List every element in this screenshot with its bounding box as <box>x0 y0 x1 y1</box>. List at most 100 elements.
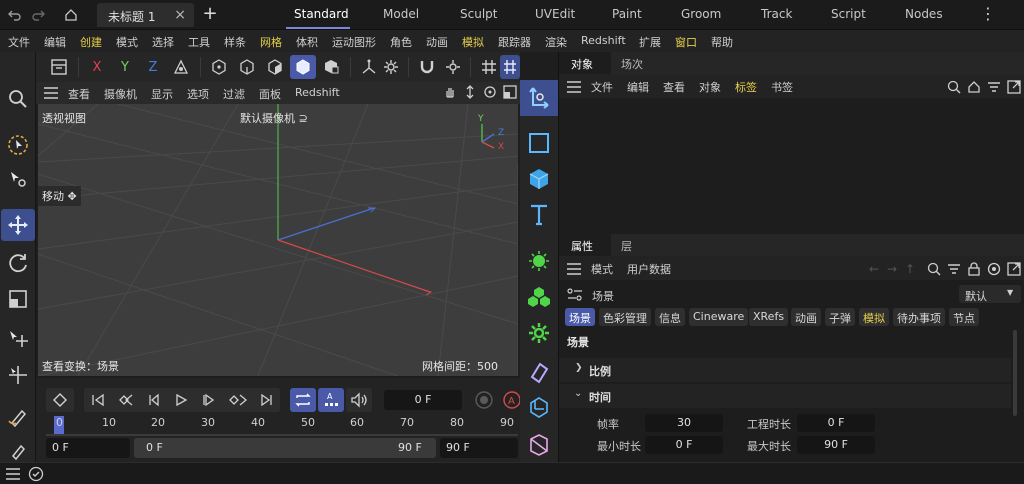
auto-key-button[interactable]: A <box>318 388 344 412</box>
menu-render[interactable]: 渲染 <box>545 34 567 50</box>
undo-icon[interactable] <box>6 6 24 24</box>
go-to-end-button[interactable] <box>252 388 280 412</box>
menu-file[interactable]: 文件 <box>8 34 30 50</box>
menu-help[interactable]: 帮助 <box>711 34 733 50</box>
tab-takes[interactable]: 场次 <box>621 56 643 72</box>
hamburger-menu-icon[interactable] <box>44 87 58 99</box>
home-icon[interactable] <box>62 6 80 24</box>
move-arrows-icon[interactable] <box>5 213 31 237</box>
tab-bullet[interactable]: 子弹 <box>825 308 855 326</box>
previous-frame-button[interactable] <box>140 388 168 412</box>
attribute-scrollbar[interactable] <box>1013 330 1017 416</box>
preview-range-slider[interactable]: 0 F 90 F <box>134 438 436 458</box>
snap-magnet-icon[interactable] <box>414 55 440 79</box>
tab-animation[interactable]: 动画 <box>791 308 821 326</box>
more-icon[interactable]: ⋮ <box>979 4 997 23</box>
pan-hand-icon[interactable] <box>443 85 457 99</box>
menu-mograph[interactable]: 运动图形 <box>332 34 376 50</box>
fps-field[interactable]: 30 <box>645 414 723 432</box>
viewport-menu-panel[interactable]: 面板 <box>259 86 281 102</box>
sound-button[interactable] <box>346 388 372 412</box>
document-tab[interactable]: 未标题 1 × <box>97 3 194 27</box>
settings-gear-icon[interactable] <box>378 55 404 79</box>
menu-character[interactable]: 角色 <box>390 34 412 50</box>
search-icon[interactable] <box>927 262 941 276</box>
rotate-tool-icon[interactable] <box>3 248 33 278</box>
record-icon[interactable] <box>474 390 494 410</box>
menu-create[interactable]: 创建 <box>80 34 102 50</box>
move-axis-icon[interactable] <box>3 324 33 354</box>
null-axis-icon[interactable] <box>524 392 554 422</box>
loop-button[interactable] <box>290 388 316 412</box>
deformer-icon[interactable] <box>524 358 554 388</box>
forward-arrow-icon[interactable]: → <box>887 262 897 276</box>
text-object-icon[interactable] <box>524 200 554 230</box>
lock-x-axis-icon[interactable]: X <box>84 55 110 79</box>
axis-tool-active-icon[interactable] <box>524 82 554 112</box>
layout-tab-groom[interactable]: Groom <box>681 7 721 21</box>
max-time-field[interactable]: 90 F <box>797 436 875 454</box>
target-icon[interactable] <box>987 262 1001 276</box>
menu-tools[interactable]: 工具 <box>188 34 210 50</box>
lock-z-axis-icon[interactable]: Z <box>140 55 166 79</box>
sphere-generator-icon[interactable] <box>524 246 554 276</box>
play-button[interactable] <box>168 388 196 412</box>
tab-info[interactable]: 信息 <box>655 308 685 326</box>
maximize-viewport-icon[interactable] <box>503 85 517 99</box>
points-mode-icon[interactable] <box>206 55 232 79</box>
layout-tab-script[interactable]: Script <box>831 7 866 21</box>
new-tab-icon[interactable]: + <box>201 3 219 24</box>
search-icon[interactable] <box>3 84 33 114</box>
tab-layers[interactable]: 层 <box>621 238 632 254</box>
cloner-icon[interactable] <box>524 282 554 312</box>
layout-tab-uvedit[interactable]: UVEdit <box>535 7 575 21</box>
menu-spline[interactable]: 样条 <box>224 34 246 50</box>
grid-snap-icon[interactable] <box>476 55 502 79</box>
viewport-menu-options[interactable]: 选项 <box>187 86 209 102</box>
layout-tab-sculpt[interactable]: Sculpt <box>460 7 497 21</box>
object-menu-view[interactable]: 查看 <box>663 79 685 95</box>
tab-simulation[interactable]: 模拟 <box>859 308 889 326</box>
menu-edit[interactable]: 编辑 <box>44 34 66 50</box>
viewport-menu-display[interactable]: 显示 <box>151 86 173 102</box>
redo-icon[interactable] <box>29 6 47 24</box>
perspective-viewport[interactable]: 透视视图 默认摄像机 ⊇ Y Z X 移动 ✥ 查看变换：场景 网格间距：500… <box>38 104 518 376</box>
menu-simulate[interactable]: 模拟 <box>462 34 484 50</box>
viewport-menu-view[interactable]: 查看 <box>68 86 90 102</box>
camera-label[interactable]: 默认摄像机 ⊇ <box>240 110 308 126</box>
up-arrow-icon[interactable]: ↑ <box>905 262 915 276</box>
filter-icon[interactable] <box>947 262 961 276</box>
end-frame-field[interactable]: 90 F <box>440 438 518 458</box>
previous-key-button[interactable] <box>112 388 140 412</box>
search-icon[interactable] <box>947 80 961 94</box>
group-time[interactable]: ⌄ 时间 <box>559 384 1011 408</box>
workplane-icon[interactable] <box>500 55 520 79</box>
attribute-menu-user-data[interactable]: 用户数据 <box>627 261 671 277</box>
tab-cineware[interactable]: Cineware <box>689 308 749 326</box>
viewport-name[interactable]: 透视视图 <box>42 110 86 126</box>
timeline-ruler[interactable]: 0 10 20 30 40 50 60 70 80 90 <box>46 414 518 436</box>
layout-tab-track[interactable]: Track <box>761 7 792 21</box>
snap-settings-icon[interactable] <box>440 55 466 79</box>
lock-y-axis-icon[interactable]: Y <box>112 55 138 79</box>
new-window-icon[interactable] <box>1007 80 1021 94</box>
pen-tool-icon[interactable] <box>3 402 33 432</box>
tab-nodes[interactable]: 节点 <box>949 308 979 326</box>
object-menu-edit[interactable]: 编辑 <box>627 79 649 95</box>
square-spline-icon[interactable] <box>524 128 554 158</box>
menu-tracker[interactable]: 跟踪器 <box>498 34 531 50</box>
menu-redshift[interactable]: Redshift <box>581 34 626 47</box>
uv-mode-icon[interactable] <box>318 55 344 79</box>
next-key-button[interactable] <box>224 388 252 412</box>
project-length-field[interactable]: 0 F <box>797 414 875 432</box>
menu-mode[interactable]: 模式 <box>116 34 138 50</box>
tab-color-management[interactable]: 色彩管理 <box>599 308 651 326</box>
autokey-record-icon[interactable]: A <box>502 390 522 410</box>
start-frame-field[interactable]: 0 F <box>46 438 130 458</box>
object-menu-file[interactable]: 文件 <box>591 79 613 95</box>
layout-tab-paint[interactable]: Paint <box>612 7 642 21</box>
filter-icon[interactable] <box>987 80 1001 94</box>
menu-extensions[interactable]: 扩展 <box>639 34 661 50</box>
layout-tab-standard[interactable]: Standard <box>294 7 349 21</box>
transform-tool-icon[interactable] <box>3 164 33 194</box>
